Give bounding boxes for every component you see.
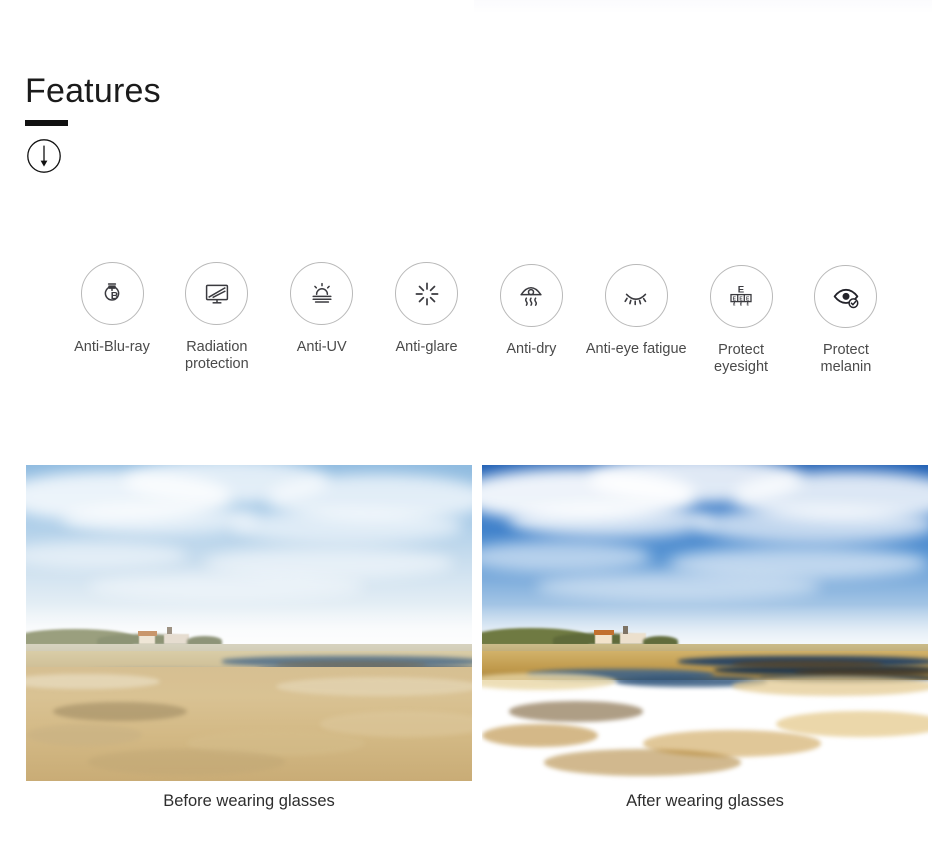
circle-down-arrow-icon[interactable]	[26, 138, 62, 174]
feature-icon-circle	[604, 264, 668, 327]
feature-label: Anti-Blu-ray	[74, 339, 150, 355]
feature-item-protect-eyesight[interactable]: E E E E E E E Protect eyesight	[689, 265, 793, 376]
previous-section-sliver	[474, 0, 932, 13]
dry-eye-drip-icon	[516, 281, 546, 311]
feature-icon-circle: B	[80, 262, 144, 325]
feature-label: Protect melanin	[820, 342, 872, 375]
feature-icon-circle	[395, 262, 459, 325]
features-list: B Anti-Blu-ray Radiation protection Anti…	[60, 262, 898, 376]
feature-label: Protect eyesight	[714, 342, 769, 375]
monitor-screen-icon	[202, 279, 232, 309]
eye-check-icon	[831, 282, 861, 312]
feature-item-anti-eye-fatigue[interactable]: Anti-eye fatigue	[584, 264, 688, 358]
svg-text:B: B	[111, 290, 119, 302]
caption-after: After wearing glasses	[626, 792, 784, 810]
photo-before-wearing-glasses	[26, 465, 472, 781]
feature-icon-circle	[499, 264, 563, 327]
features-heading-block: Features	[25, 70, 161, 126]
page-title: Features	[25, 72, 161, 110]
feature-icon-circle: E E E E E E E	[709, 265, 773, 328]
glare-burst-icon	[412, 279, 442, 309]
photo-after-wearing-glasses	[482, 465, 928, 781]
feature-item-protect-melanin[interactable]: Protect melanin	[794, 265, 898, 376]
lightbulb-b-icon: B	[97, 279, 127, 309]
feature-item-anti-dry[interactable]: Anti-dry	[479, 264, 583, 358]
closed-eye-lashes-icon	[621, 281, 651, 311]
feature-item-anti-uv[interactable]: Anti-UV	[270, 262, 374, 356]
sun-horizon-icon	[307, 279, 337, 309]
feature-icon-circle	[290, 262, 354, 325]
feature-label: Anti-dry	[506, 341, 557, 357]
caption-before: Before wearing glasses	[163, 792, 335, 810]
eye-chart-icon: E E E E E E E	[726, 282, 756, 312]
feature-item-anti-blu-ray[interactable]: B Anti-Blu-ray	[60, 262, 164, 356]
feature-label: Radiation protection	[185, 339, 249, 372]
feature-label: Anti-UV	[296, 339, 347, 355]
comparison-images	[0, 465, 950, 781]
feature-label: Anti-eye fatigue	[585, 341, 687, 357]
feature-label: Anti-glare	[395, 339, 458, 355]
feature-item-anti-glare[interactable]: Anti-glare	[375, 262, 479, 356]
feature-icon-circle	[814, 265, 878, 328]
feature-icon-circle	[185, 262, 249, 325]
feature-item-radiation-protection[interactable]: Radiation protection	[165, 262, 269, 373]
heading-underline-rule	[25, 120, 68, 126]
